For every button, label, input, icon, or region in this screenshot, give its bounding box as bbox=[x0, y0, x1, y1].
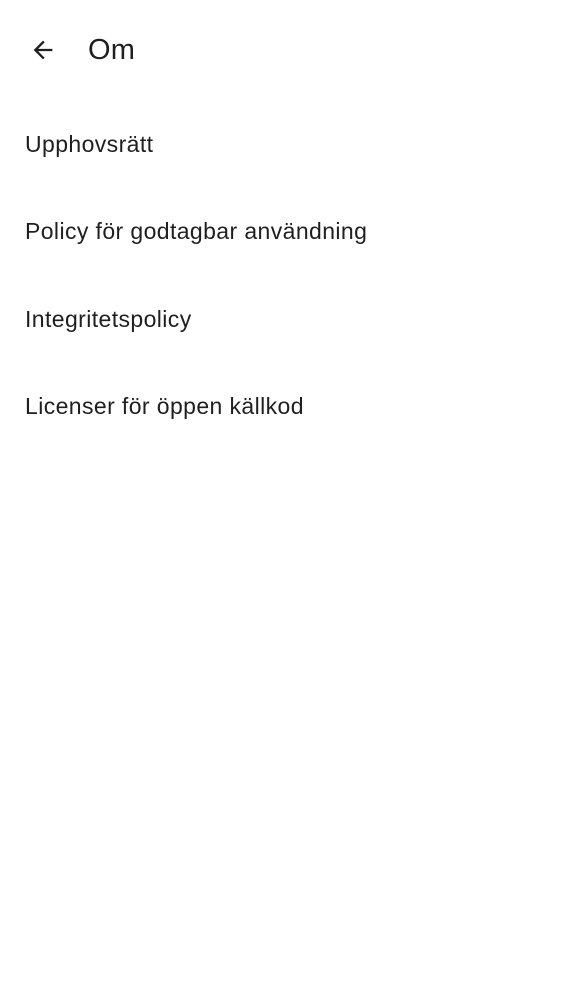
app-bar: Om bbox=[0, 0, 562, 100]
page-title: Om bbox=[88, 34, 136, 66]
menu-item-acceptable-use-policy[interactable]: Policy för godtagbar användning bbox=[0, 188, 562, 276]
menu-item-privacy-policy[interactable]: Integritetspolicy bbox=[0, 275, 562, 363]
back-button[interactable] bbox=[19, 26, 67, 74]
menu-item-label: Licenser för öppen källkod bbox=[25, 393, 304, 420]
arrow-back-icon bbox=[29, 36, 57, 64]
menu-item-label: Policy för godtagbar användning bbox=[25, 218, 368, 245]
menu-item-label: Integritetspolicy bbox=[25, 305, 192, 332]
menu-item-label: Upphovsrätt bbox=[25, 130, 154, 157]
menu-item-copyright[interactable]: Upphovsrätt bbox=[0, 100, 562, 188]
menu-list: Upphovsrätt Policy för godtagbar användn… bbox=[0, 100, 562, 450]
menu-item-open-source-licenses[interactable]: Licenser för öppen källkod bbox=[0, 363, 562, 451]
